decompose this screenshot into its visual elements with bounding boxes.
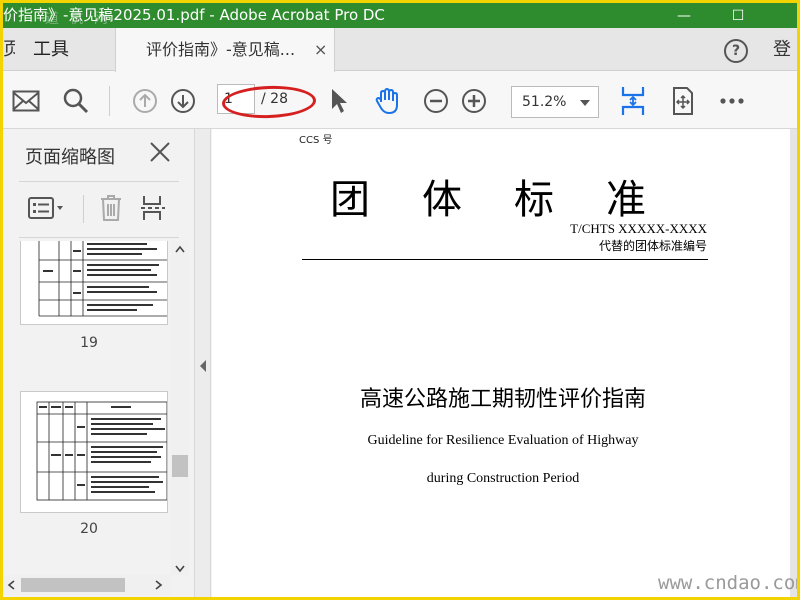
hscrollbar-thumb[interactable] (21, 578, 125, 592)
page-up-icon[interactable] (130, 86, 160, 116)
tab-close-button[interactable]: × (314, 28, 327, 71)
panel-close-icon[interactable] (149, 141, 171, 167)
panel-tool-divider (83, 195, 84, 223)
scroll-down-icon[interactable] (175, 563, 185, 576)
thumbnail-page-number: 19 (80, 335, 98, 351)
thumbnail-scrollbar[interactable] (171, 241, 189, 575)
more-icon[interactable] (717, 86, 747, 116)
document-scrollbar[interactable] (790, 129, 797, 597)
zoom-select[interactable]: 51.2% (511, 86, 599, 118)
chevron-down-icon (580, 100, 590, 106)
ccs-number: CCS 号 (299, 135, 333, 146)
thumbnail-panel: 页面缩略图 19 20 (3, 129, 195, 597)
panel-divider (19, 181, 179, 182)
tab-document[interactable]: 评价指南》-意见稿... × (115, 28, 335, 72)
pdf-page: CCS 号 团体标准 T/CHTS XXXXX-XXXX 代替的团体标准编号 高… (212, 129, 792, 597)
page-extract-icon[interactable] (139, 193, 167, 223)
hand-icon[interactable] (371, 86, 405, 116)
thumbnail-list: 19 20 (3, 241, 189, 575)
document-title-cn: 高速公路施工期韧性评价指南 (359, 387, 646, 412)
title-bar: 价指南》-意见稿2025.01.pdf - Adobe Acrobat Pro … (3, 3, 797, 28)
toolbar: 1 / 28 51.2% (3, 72, 797, 129)
standard-type-heading: 团体标准 (330, 177, 698, 223)
panel-title: 页面缩略图 (25, 147, 115, 168)
page-scroll-icon[interactable] (668, 86, 698, 116)
toolbar-divider (109, 86, 110, 116)
mail-icon[interactable] (11, 86, 41, 116)
site-watermark: www.cndao.com (658, 572, 797, 594)
login-button[interactable]: 登 (773, 28, 791, 71)
thumbnail-options-icon[interactable] (25, 193, 69, 223)
zoom-out-icon[interactable] (422, 86, 450, 116)
app-window: 价指南》-意见稿2025.01.pdf - Adobe Acrobat Pro … (3, 3, 797, 597)
tab-home-partial[interactable]: 页 (3, 28, 15, 71)
fit-page-icon[interactable] (618, 86, 648, 116)
zoom-value: 51.2% (522, 94, 567, 110)
tab-document-label: 评价指南》-意见稿... (146, 40, 296, 59)
collapse-arrow-icon[interactable] (200, 360, 206, 372)
page-down-icon[interactable] (168, 86, 198, 116)
title-watermark: 道 杭 网 (45, 11, 111, 27)
header-rule (302, 259, 708, 260)
select-cursor-icon[interactable] (326, 86, 352, 116)
thumbnail-page-number: 20 (80, 521, 98, 537)
trash-icon[interactable] (97, 193, 125, 223)
standard-number: T/CHTS XXXXX-XXXX (570, 221, 707, 236)
scroll-right-icon[interactable] (155, 580, 163, 593)
help-icon[interactable]: ? (724, 39, 748, 63)
tab-tools[interactable]: 工具 (33, 28, 69, 71)
scroll-left-icon[interactable] (7, 580, 15, 593)
tab-bar: 页 工具 评价指南》-意见稿... × ? 登 (3, 28, 797, 72)
minimize-button[interactable]: — (661, 3, 707, 28)
panel-collapse-strip[interactable] (195, 129, 211, 597)
thumbnail-hscrollbar[interactable] (3, 575, 171, 595)
thumbnail-page-20[interactable] (20, 391, 168, 513)
thumbnail-page-19[interactable] (20, 241, 168, 325)
maximize-button[interactable]: ☐ (715, 3, 761, 28)
search-icon[interactable] (61, 86, 91, 116)
replace-note: 代替的团体标准编号 (598, 239, 707, 253)
scrollbar-thumb[interactable] (172, 455, 188, 477)
document-title-en-1: Guideline for Resilience Evaluation of H… (367, 433, 639, 448)
zoom-in-icon[interactable] (460, 86, 488, 116)
document-title-en-2: during Construction Period (426, 471, 580, 486)
panel-divider-2 (19, 237, 179, 238)
document-view[interactable]: CCS 号 团体标准 T/CHTS XXXXX-XXXX 代替的团体标准编号 高… (211, 129, 797, 597)
scroll-up-icon[interactable] (175, 243, 185, 256)
